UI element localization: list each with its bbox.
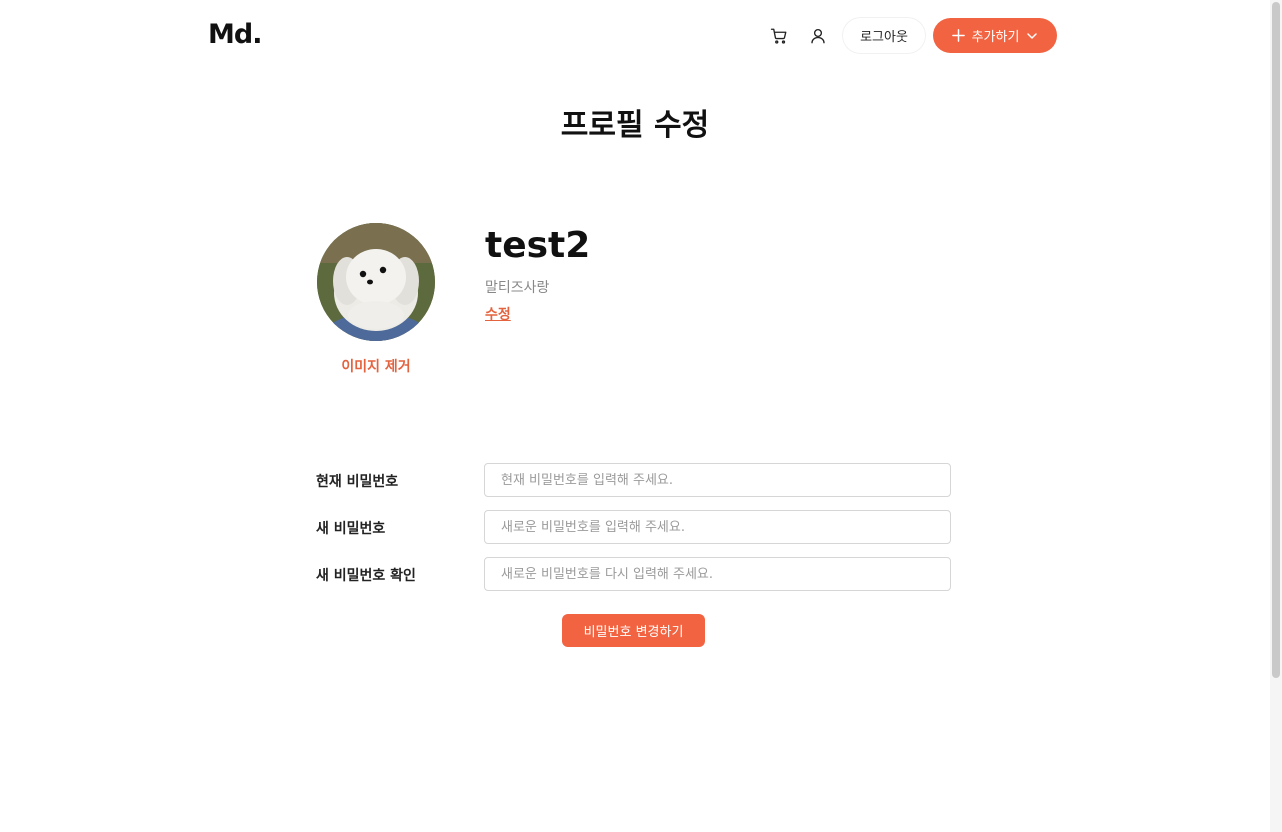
current-password-input[interactable] (484, 463, 951, 497)
avatar (317, 223, 435, 341)
confirm-password-label: 새 비밀번호 확인 (316, 568, 416, 584)
confirm-password-row: 새 비밀번호 확인 (316, 557, 952, 592)
current-password-row: 현재 비밀번호 (316, 463, 952, 498)
change-password-button[interactable]: 비밀번호 변경하기 (562, 614, 705, 647)
confirm-password-input[interactable] (484, 557, 951, 591)
add-button-label: 추가하기 (971, 30, 1020, 45)
add-button[interactable]: 추가하기 (933, 18, 1057, 53)
username: test2 (485, 225, 591, 266)
profile-bio: 말티즈사랑 (485, 280, 550, 296)
new-password-input[interactable] (484, 510, 951, 544)
dog-photo (317, 223, 435, 341)
profile-button[interactable] (806, 24, 830, 48)
current-password-label: 현재 비밀번호 (316, 474, 399, 490)
logout-button[interactable]: 로그아웃 (843, 18, 925, 53)
user-icon (811, 28, 825, 44)
chevron-down-icon (1027, 32, 1038, 39)
plus-icon (951, 29, 965, 42)
scrollbar-thumb[interactable] (1272, 2, 1280, 678)
cart-icon (770, 28, 787, 44)
cart-button[interactable] (767, 24, 791, 48)
logo[interactable]: Md. (208, 19, 262, 51)
remove-image-button[interactable]: 이미지 제거 (317, 356, 435, 376)
top-header: Md. 로그아웃 추가하기 (0, 0, 1270, 72)
new-password-row: 새 비밀번호 (316, 510, 952, 545)
edit-profile-link[interactable]: 수정 (485, 304, 511, 324)
page-title: 프로필 수정 (560, 108, 710, 143)
new-password-label: 새 비밀번호 (316, 521, 386, 537)
